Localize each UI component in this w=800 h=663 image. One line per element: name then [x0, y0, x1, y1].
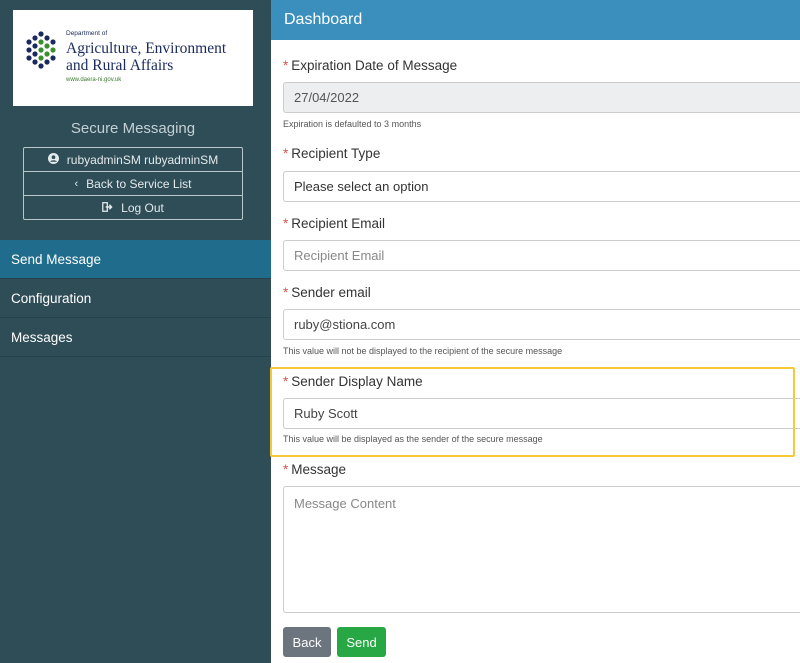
expiration-date-field[interactable]: 27/04/2022 [283, 82, 800, 113]
recipient-type-label: * Recipient Type [283, 146, 380, 161]
send-button[interactable]: Send [337, 627, 386, 657]
sidebar-item-configuration[interactable]: Configuration [0, 279, 271, 318]
logo-url: www.daera-ni.gov.uk [66, 77, 122, 83]
sender-email-input[interactable]: ruby@stiona.com [283, 309, 800, 340]
sidebar-item-label: Configuration [11, 290, 92, 306]
page-header: Dashboard [271, 0, 800, 40]
back-to-service-list-link[interactable]: ‹ Back to Service List [24, 172, 242, 196]
sidebar-nav: Send Message Configuration Messages [0, 240, 271, 357]
required-marker: * [283, 374, 289, 389]
username-label: rubyadminSM rubyadminSM [66, 152, 219, 167]
user-profile-link[interactable]: rubyadminSM rubyadminSM [24, 148, 242, 172]
expiration-label-text: Expiration Date of Message [291, 58, 458, 73]
logout-link[interactable]: Log Out [24, 196, 242, 220]
recipient-email-label: * Recipient Email [283, 216, 385, 231]
sender-display-name-hint: This value will be displayed as the send… [283, 434, 543, 444]
message-label: * Message [283, 462, 346, 477]
recipient-email-input[interactable]: Recipient Email [283, 240, 800, 271]
sidebar: Department of Agriculture, Environment a… [0, 0, 271, 663]
sender-email-hint: This value will not be displayed to the … [283, 346, 563, 356]
message-textarea[interactable]: Message Content [283, 486, 800, 613]
recipient-type-select[interactable]: Please select an option [283, 171, 800, 202]
recipient-email-label-text: Recipient Email [291, 216, 386, 231]
logo-name-line1: Agriculture, Environment [66, 40, 227, 57]
app-title: Secure Messaging [70, 120, 196, 137]
sign-out-icon [102, 201, 113, 215]
required-marker: * [283, 285, 289, 300]
sidebar-item-send-message[interactable]: Send Message [0, 240, 271, 279]
sender-email-label-text: Sender email [291, 285, 371, 300]
page-title: Dashboard [284, 11, 363, 28]
sidebar-item-label: Send Message [11, 251, 102, 267]
user-box: rubyadminSM rubyadminSM ‹ Back to Servic… [23, 147, 243, 220]
logo-name: Agriculture, Environment and Rural Affai… [66, 40, 226, 74]
logo-name-line2: and Rural Affairs [66, 57, 174, 74]
logout-label: Log Out [121, 201, 164, 215]
daera-logo: Department of Agriculture, Environment a… [13, 10, 253, 106]
sender-display-name-label: * Sender Display Name [283, 374, 423, 389]
required-marker: * [283, 58, 289, 73]
sender-email-label: * Sender email [283, 285, 371, 300]
sidebar-item-label: Messages [11, 329, 73, 345]
required-marker: * [283, 216, 289, 231]
required-marker: * [283, 462, 289, 477]
message-label-text: Message [291, 462, 347, 477]
logo-department-of: Department of [66, 30, 108, 37]
expiration-label: * Expiration Date of Message [283, 58, 457, 73]
expiration-hint: Expiration is defaulted to 3 months [283, 119, 422, 129]
back-to-service-list-label: Back to Service List [86, 176, 192, 191]
sender-display-name-label-text: Sender Display Name [291, 374, 423, 389]
logo-emblem-icon [26, 31, 56, 69]
chevron-left-icon: ‹ [74, 177, 79, 190]
sender-display-name-input[interactable]: Ruby Scott [283, 398, 800, 429]
user-circle-icon [47, 152, 59, 167]
recipient-type-label-text: Recipient Type [291, 146, 381, 161]
required-marker: * [283, 146, 289, 161]
back-button[interactable]: Back [283, 627, 331, 657]
sidebar-item-messages[interactable]: Messages [0, 318, 271, 357]
